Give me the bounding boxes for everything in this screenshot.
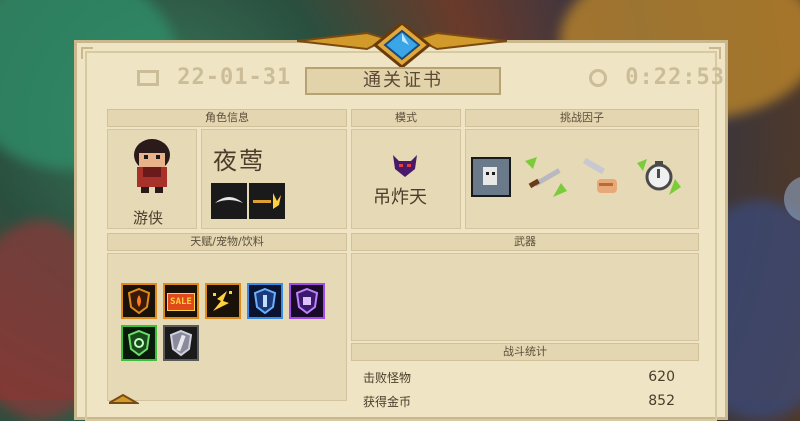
corner-ornament — [709, 47, 721, 59]
talent-slot-5[interactable] — [289, 283, 325, 319]
stat-row-kills: 击败怪物 620 — [353, 367, 689, 387]
character-class: 游侠 — [133, 209, 164, 227]
talent-slot-3[interactable] — [205, 283, 241, 319]
green-shield-icon — [127, 329, 151, 357]
challenge-factor-knife-hand-icon[interactable] — [579, 153, 623, 201]
character-name: 夜莺 — [213, 147, 265, 175]
blue-shield-icon — [253, 287, 277, 315]
fire-shield-icon — [127, 287, 151, 315]
talent-slot-4[interactable] — [247, 283, 283, 319]
ranger-portrait — [134, 139, 170, 193]
stat-value: 852 — [648, 393, 675, 409]
section-header-talents: 天赋/宠物/饮料 — [107, 233, 347, 251]
spark-dash-icon — [253, 193, 281, 209]
challenge-factor-sword-icon[interactable] — [523, 155, 571, 199]
corner-ornament — [81, 47, 93, 59]
bottom-ornament — [109, 393, 139, 404]
challenge-factor-stopwatch-icon[interactable] — [635, 155, 683, 199]
crest-ornament — [297, 23, 507, 67]
certificate-title: 通关证书 — [305, 67, 501, 95]
grey-shield-icon — [169, 329, 193, 357]
section-header-character: 角色信息 — [107, 109, 347, 127]
talent-slot-7[interactable] — [163, 325, 199, 361]
calendar-icon — [137, 70, 159, 86]
talent-slot-1[interactable] — [121, 283, 157, 319]
stat-row-gold: 获得金币 852 — [353, 391, 689, 411]
purple-shield-icon — [295, 287, 319, 315]
skill-slot-2[interactable] — [249, 183, 285, 219]
date-display: 22-01-31 — [137, 65, 291, 90]
challenge-factor-1[interactable] — [471, 157, 511, 197]
clear-time-display: 0:22:53 — [589, 65, 725, 90]
stat-value: 620 — [648, 369, 675, 385]
date-text: 22-01-31 — [177, 65, 292, 90]
demon-mask-icon — [393, 155, 417, 177]
section-header-challenge: 挑战因子 — [465, 109, 699, 127]
section-header-mode: 模式 — [351, 109, 461, 127]
mode-name: 吊炸天 — [373, 187, 427, 208]
clear-certificate: 通关证书 22-01-31 0:22:53 角色信息 模式 挑战因子 游侠 夜莺 — [74, 23, 728, 421]
spark-burst-icon — [213, 291, 232, 311]
crescent-slash-icon — [215, 197, 243, 203]
mode-panel — [351, 129, 461, 229]
ghost-icon — [483, 167, 497, 185]
stat-label: 击败怪物 — [363, 371, 412, 385]
talent-slot-2[interactable]: SALE — [163, 283, 199, 319]
weapons-panel — [351, 253, 699, 341]
stat-label: 获得金币 — [363, 395, 412, 409]
section-header-battle-stats: 战斗统计 — [351, 343, 699, 361]
clock-icon — [589, 69, 607, 87]
talent-slot-6[interactable] — [121, 325, 157, 361]
sale-tag-icon: SALE — [167, 293, 195, 311]
section-header-weapons: 武器 — [351, 233, 699, 251]
clear-time-text: 0:22:53 — [625, 65, 725, 90]
skill-slot-1[interactable] — [211, 183, 247, 219]
